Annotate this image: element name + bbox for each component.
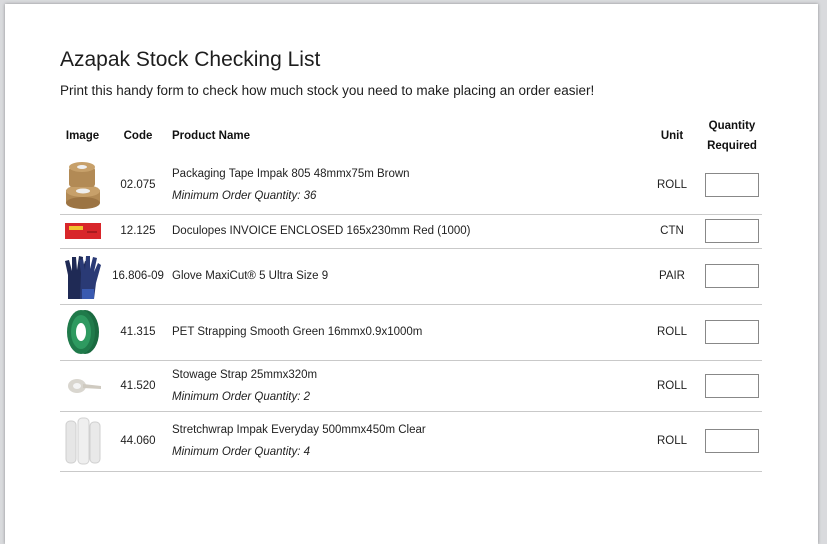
column-header-unit: Unit	[660, 130, 684, 142]
product-name-cell: Glove MaxiCut® 5 Ultra Size 9	[171, 248, 642, 304]
product-code: 12.125	[120, 225, 156, 237]
product-unit: ROLL	[656, 326, 688, 338]
quantity-header-line1: Quantity	[708, 120, 756, 132]
table-row: 16.806-09 Glove MaxiCut® 5 Ultra Size 9 …	[60, 248, 762, 304]
product-code: 41.520	[120, 379, 156, 392]
product-name: Stowage Strap 25mmx320m	[172, 368, 318, 381]
page-title: Azapak Stock Checking List	[60, 48, 321, 71]
table-row: 41.520 Stowage Strap 25mmx320m Minimum O…	[60, 360, 762, 411]
quantity-cell	[702, 248, 762, 304]
quantity-cell	[702, 304, 762, 360]
column-header-code: Code	[123, 130, 153, 142]
product-image-cell	[60, 214, 105, 248]
minimum-order-quantity: Minimum Order Quantity: 4	[172, 446, 311, 458]
minimum-order-quantity: Minimum Order Quantity: 2	[172, 390, 311, 403]
product-code: 41.315	[120, 326, 156, 338]
product-unit: ROLL	[656, 178, 688, 191]
quantity-cell	[702, 214, 762, 248]
red-envelope-image	[64, 223, 101, 239]
product-name: Glove MaxiCut® 5 Ultra Size 9	[172, 270, 329, 282]
product-name-cell: Doculopes INVOICE ENCLOSED 165x230mm Red…	[171, 214, 642, 248]
product-name: Stretchwrap Impak Everyday 500mmx450m Cl…	[172, 424, 426, 436]
quantity-cell	[702, 156, 762, 214]
quantity-input-box[interactable]	[705, 373, 759, 398]
table-header-row: Image Code Product Name Unit Quantity Re…	[60, 116, 762, 156]
product-name: Doculopes INVOICE ENCLOSED 165x230mm Red…	[172, 225, 471, 237]
product-unit: CTN	[660, 225, 684, 237]
printable-sheet: Azapak Stock Checking List Print this ha…	[5, 4, 818, 544]
green-strapping-image	[66, 310, 99, 354]
product-name: Packaging Tape Impak 805 48mmx75m Brown	[172, 167, 410, 180]
minimum-order-quantity: Minimum Order Quantity: 36	[172, 189, 317, 202]
stock-table: Image Code Product Name Unit Quantity Re…	[60, 116, 762, 472]
table-row: 44.060 Stretchwrap Impak Everyday 500mmx…	[60, 411, 762, 471]
product-code: 16.806-09	[112, 270, 164, 282]
quantity-input-box[interactable]	[705, 172, 759, 197]
quantity-input-box[interactable]	[705, 429, 759, 453]
column-header-name: Product Name	[172, 130, 250, 142]
table-row: 02.075 Packaging Tape Impak 805 48mmx75m…	[60, 156, 762, 214]
product-unit: ROLL	[656, 435, 688, 447]
page-subtitle: Print this handy form to check how much …	[60, 83, 595, 98]
stowage-strap-image	[67, 378, 101, 393]
quantity-header-line2: Required	[707, 140, 757, 152]
product-image-cell	[60, 411, 105, 471]
product-unit: PAIR	[659, 270, 685, 282]
quantity-input-box[interactable]	[705, 264, 759, 288]
product-image-cell	[60, 360, 105, 411]
product-code: 02.075	[120, 178, 156, 191]
column-header-image: Image	[65, 130, 100, 142]
gloves-image	[64, 256, 101, 299]
product-image-cell	[60, 156, 105, 214]
product-name-cell: Packaging Tape Impak 805 48mmx75m Brown …	[171, 156, 642, 214]
table-row: 41.315 PET Strapping Smooth Green 16mmx0…	[60, 304, 762, 360]
product-name-cell: Stretchwrap Impak Everyday 500mmx450m Cl…	[171, 411, 642, 471]
stretchwrap-image	[65, 417, 100, 465]
product-image-cell	[60, 304, 105, 360]
column-header-quantity: Quantity Required	[702, 116, 762, 156]
quantity-cell	[702, 360, 762, 411]
product-unit: ROLL	[656, 379, 688, 392]
product-image-cell	[60, 248, 105, 304]
table-row: 12.125 Doculopes INVOICE ENCLOSED 165x23…	[60, 214, 762, 248]
product-name-cell: Stowage Strap 25mmx320m Minimum Order Qu…	[171, 360, 642, 411]
quantity-input-box[interactable]	[705, 219, 759, 243]
quantity-input-box[interactable]	[705, 320, 759, 344]
quantity-cell	[702, 411, 762, 471]
product-name-cell: PET Strapping Smooth Green 16mmx0.9x1000…	[171, 304, 642, 360]
product-name: PET Strapping Smooth Green 16mmx0.9x1000…	[172, 326, 423, 338]
tape-rolls-image	[65, 161, 100, 209]
product-code: 44.060	[120, 435, 156, 447]
